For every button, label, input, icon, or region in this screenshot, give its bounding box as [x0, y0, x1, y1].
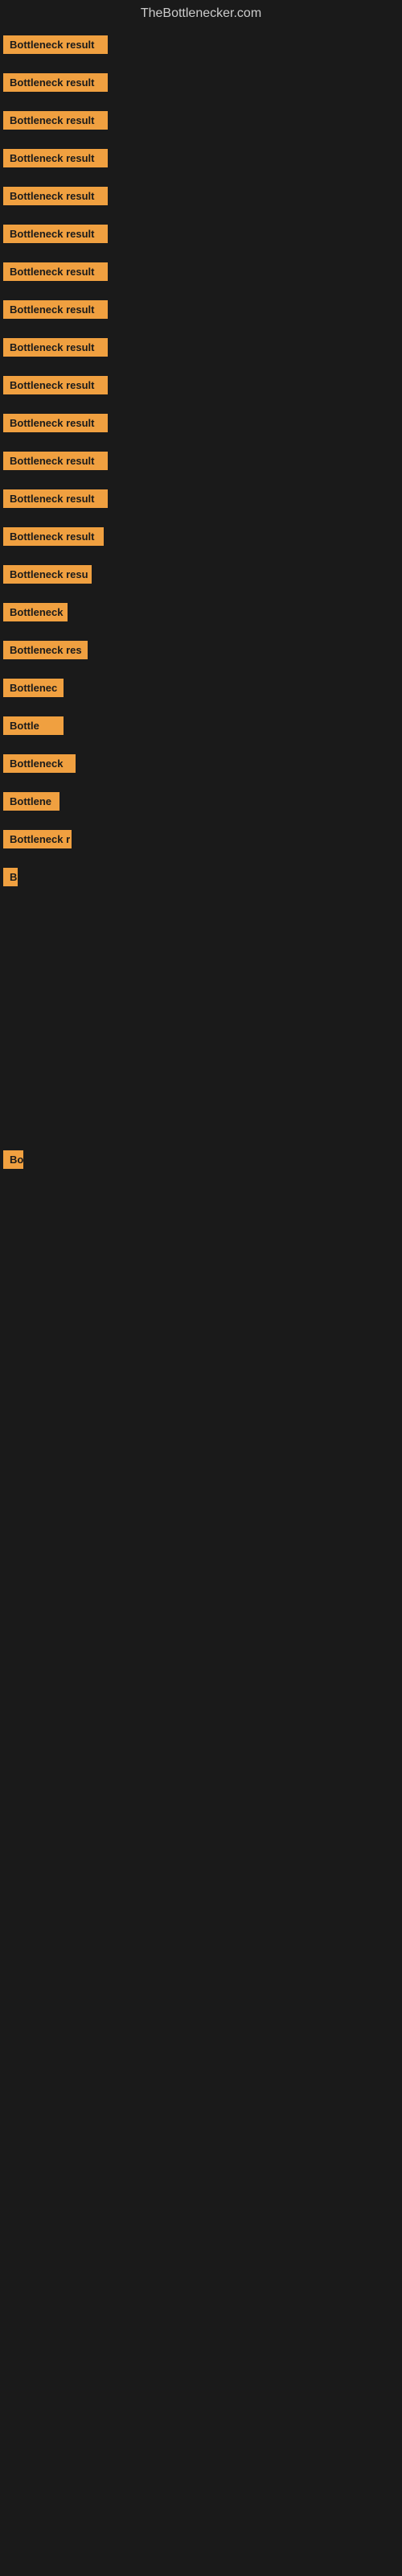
- list-item: Bottleneck result: [0, 106, 402, 134]
- list-item: [0, 1386, 402, 1396]
- list-item: Bottleneck result: [0, 220, 402, 248]
- list-item: Bottlene: [0, 787, 402, 815]
- bottleneck-badge[interactable]: B: [3, 868, 18, 886]
- bottleneck-badge[interactable]: Bottleneck r: [3, 830, 72, 848]
- bottleneck-badge[interactable]: Bo: [3, 1150, 23, 1169]
- bottleneck-badge[interactable]: Bottleneck result: [3, 414, 108, 432]
- list-item: [0, 923, 402, 933]
- list-item: Bottleneck result: [0, 258, 402, 286]
- list-item: Bottleneck r: [0, 825, 402, 853]
- list-item: Bottle: [0, 712, 402, 740]
- bottleneck-badge[interactable]: Bottlenec: [3, 679, 64, 697]
- bottleneck-badge[interactable]: Bottleneck: [3, 754, 76, 773]
- list-item: Bottleneck result: [0, 182, 402, 210]
- list-item: Bottleneck result: [0, 522, 402, 551]
- list-item: B: [0, 863, 402, 891]
- bottleneck-badge[interactable]: Bottleneck: [3, 603, 68, 621]
- bottleneck-badge[interactable]: Bottleneck result: [3, 338, 108, 357]
- bottleneck-badge[interactable]: Bottleneck result: [3, 73, 108, 92]
- bottleneck-badge[interactable]: Bottle: [3, 716, 64, 735]
- bottleneck-badge[interactable]: Bottleneck result: [3, 149, 108, 167]
- list-item: Bottlenec: [0, 674, 402, 702]
- bottleneck-badge[interactable]: Bottleneck result: [3, 111, 108, 130]
- bottleneck-badge[interactable]: Bottleneck result: [3, 262, 108, 281]
- bottleneck-badge[interactable]: Bottleneck result: [3, 225, 108, 243]
- list-item: Bo: [0, 1146, 402, 1174]
- list-item: Bottleneck res: [0, 636, 402, 664]
- list-item: Bottleneck result: [0, 31, 402, 59]
- list-item: [0, 1071, 402, 1081]
- list-item: Bottleneck: [0, 749, 402, 778]
- list-item: Bottleneck result: [0, 68, 402, 97]
- bottleneck-badge[interactable]: Bottleneck result: [3, 300, 108, 319]
- list-item: Bottleneck result: [0, 409, 402, 437]
- bottleneck-list: Bottleneck result Bottleneck result Bottle…: [0, 27, 402, 1483]
- list-item: Bottleneck result: [0, 371, 402, 399]
- list-item: Bottleneck resu: [0, 560, 402, 588]
- list-item: [0, 1238, 402, 1248]
- list-item: [0, 1460, 402, 1470]
- bottleneck-badge[interactable]: Bottleneck result: [3, 187, 108, 205]
- list-item: Bottleneck result: [0, 447, 402, 475]
- list-item: [0, 997, 402, 1007]
- list-item: Bottleneck result: [0, 295, 402, 324]
- bottleneck-badge[interactable]: Bottleneck res: [3, 641, 88, 659]
- list-item: Bottleneck result: [0, 144, 402, 172]
- bottleneck-badge[interactable]: Bottleneck result: [3, 489, 108, 508]
- list-item: Bottleneck result: [0, 333, 402, 361]
- bottleneck-badge[interactable]: Bottleneck result: [3, 452, 108, 470]
- list-item: Bottleneck: [0, 598, 402, 626]
- bottleneck-badge[interactable]: Bottleneck result: [3, 376, 108, 394]
- bottleneck-badge[interactable]: Bottleneck result: [3, 35, 108, 54]
- list-item: [0, 1312, 402, 1322]
- site-title: TheBottlenecker.com: [0, 0, 402, 27]
- bottleneck-badge[interactable]: Bottleneck resu: [3, 565, 92, 584]
- list-item: Bottleneck result: [0, 485, 402, 513]
- bottleneck-badge[interactable]: Bottlene: [3, 792, 59, 811]
- bottleneck-badge[interactable]: Bottleneck result: [3, 527, 104, 546]
